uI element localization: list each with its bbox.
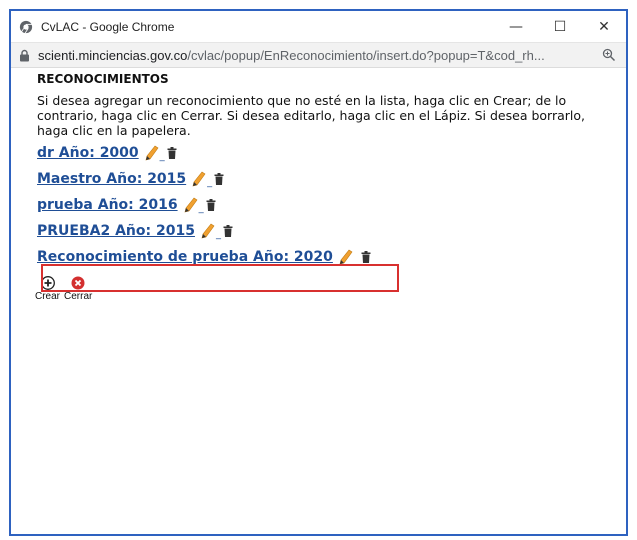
trash-icon[interactable] [167, 147, 177, 159]
page-title: RECONOCIMIENTOS [37, 72, 169, 86]
pencil-icon[interactable] [192, 171, 206, 187]
list-item: dr Año: 2000 _ [37, 140, 626, 166]
list-item: Reconocimiento de prueba Año: 2020 _ [37, 244, 626, 270]
recognition-link[interactable]: prueba Año: 2016 [37, 197, 178, 213]
trash-icon[interactable] [214, 173, 224, 185]
list-item: Maestro Año: 2015 _ [37, 166, 626, 192]
window-title: CvLAC - Google Chrome [41, 19, 175, 34]
trash-icon[interactable] [361, 251, 371, 263]
separator: _ [215, 229, 221, 240]
url-path: /cvlac/popup/EnReconocimiento/insert.do?… [187, 47, 545, 63]
close-button[interactable]: ✕ [582, 12, 626, 42]
pencil-icon[interactable] [201, 223, 215, 239]
zoom-icon[interactable] [602, 48, 616, 62]
recognition-link[interactable]: Reconocimiento de prueba Año: 2020 [37, 249, 333, 265]
url-text[interactable]: scienti.minciencias.gov.co/cvlac/popup/E… [38, 48, 594, 63]
lock-icon [20, 49, 29, 61]
close-circle-icon [71, 276, 85, 290]
recognition-link[interactable]: PRUEBA2 Año: 2015 [37, 223, 195, 239]
create-button[interactable]: Crear [35, 276, 60, 302]
minimize-button[interactable]: — [494, 12, 538, 42]
trash-icon[interactable] [206, 199, 216, 211]
separator: _ [198, 203, 204, 214]
url-host: scienti.minciencias.gov.co [38, 47, 188, 63]
list-item: prueba Año: 2016 _ [37, 192, 626, 218]
separator: _ [159, 151, 165, 162]
separator: _ [353, 255, 359, 266]
address-bar[interactable]: scienti.minciencias.gov.co/cvlac/popup/E… [11, 43, 626, 68]
plus-icon [40, 276, 55, 290]
page-content: RECONOCIMIENTOS Si desea agregar un reco… [11, 72, 626, 302]
recognition-link[interactable]: dr Año: 2000 [37, 145, 139, 161]
separator: _ [207, 177, 213, 188]
trash-icon[interactable] [223, 225, 233, 237]
create-label: Crear [35, 291, 61, 302]
instructions-text: Si desea agregar un reconocimiento que n… [37, 93, 585, 138]
pencil-icon[interactable] [145, 145, 159, 161]
maximize-button[interactable]: ☐ [538, 12, 582, 42]
close-action-button[interactable]: Cerrar [64, 276, 92, 302]
title-bar: CvLAC - Google Chrome — ☐ ✕ [11, 11, 626, 43]
pencil-icon[interactable] [339, 249, 353, 265]
recognition-link[interactable]: Maestro Año: 2015 [37, 171, 186, 187]
close-label: Cerrar [64, 291, 93, 302]
recognition-list: dr Año: 2000 _ Maestro Año: 2015 _ prueb… [37, 140, 626, 270]
popup-window: CvLAC - Google Chrome — ☐ ✕ scienti.minc… [9, 9, 628, 536]
chrome-icon [19, 20, 33, 33]
pencil-icon[interactable] [184, 197, 198, 213]
list-item: PRUEBA2 Año: 2015 _ [37, 218, 626, 244]
action-bar: Crear Cerrar [35, 276, 626, 302]
